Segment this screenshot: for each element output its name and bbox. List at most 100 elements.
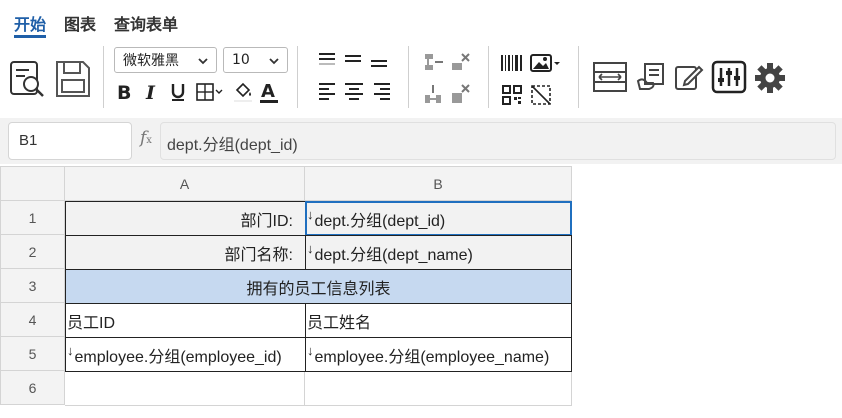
paint-bucket-icon bbox=[234, 82, 252, 102]
svg-text:B: B bbox=[117, 82, 131, 103]
align-middle-icon bbox=[345, 55, 361, 62]
row-header-6[interactable]: 6 bbox=[0, 371, 65, 405]
gear-icon bbox=[755, 63, 785, 93]
toolbar-separator bbox=[103, 46, 104, 108]
svg-text:A: A bbox=[261, 81, 275, 102]
column-header-b[interactable]: B bbox=[305, 166, 572, 201]
formula-input[interactable]: dept.分组(dept_id) bbox=[160, 122, 836, 160]
delete-column-button[interactable] bbox=[449, 83, 471, 105]
save-icon bbox=[56, 61, 90, 97]
image-icon bbox=[530, 54, 560, 72]
cell-a5[interactable]: ↓ employee.分组(employee_id) bbox=[65, 337, 306, 372]
align-right-icon bbox=[374, 83, 390, 100]
font-color-button[interactable]: A bbox=[258, 80, 280, 104]
save-button[interactable] bbox=[52, 56, 94, 102]
underline-icon bbox=[171, 84, 185, 101]
delete-row-button[interactable] bbox=[449, 51, 471, 73]
border-button[interactable] bbox=[194, 80, 226, 104]
tab-query-form[interactable]: 查询表单 bbox=[114, 11, 178, 35]
preview-icon bbox=[10, 61, 44, 97]
insert-row-button[interactable] bbox=[422, 51, 444, 73]
border-icon bbox=[196, 83, 223, 101]
insert-column-icon bbox=[425, 85, 441, 103]
barcode-icon bbox=[501, 55, 522, 71]
underline-button[interactable] bbox=[167, 80, 189, 104]
font-color-icon: A bbox=[260, 81, 278, 103]
chevron-down-icon bbox=[269, 58, 279, 65]
row-header-1[interactable]: 1 bbox=[0, 201, 65, 235]
merged-cell-a3-b3[interactable]: 拥有的员工信息列表 bbox=[65, 269, 572, 304]
cell-b2-text: dept.分组(dept_name) bbox=[314, 246, 473, 264]
cell-b4[interactable]: 员工姓名 bbox=[305, 303, 572, 338]
qrcode-button[interactable] bbox=[500, 84, 524, 106]
row-column-size-button[interactable] bbox=[590, 58, 630, 96]
row-header-3[interactable]: 3 bbox=[0, 269, 65, 303]
chevron-down-icon bbox=[198, 58, 208, 65]
font-size-select[interactable]: 10 bbox=[223, 47, 288, 73]
font-family-select[interactable]: 微软雅黑 bbox=[114, 47, 217, 73]
form-button[interactable] bbox=[634, 58, 668, 96]
cell-a4[interactable]: 员工ID bbox=[65, 303, 306, 338]
svg-text:I: I bbox=[145, 82, 156, 103]
align-left-button[interactable] bbox=[316, 81, 338, 101]
toolbar-separator bbox=[578, 46, 579, 108]
expand-down-marker: ↓ bbox=[307, 241, 314, 256]
settings-button[interactable] bbox=[752, 60, 788, 96]
row-header-4[interactable]: 4 bbox=[0, 303, 65, 337]
cell-b1-text: dept.分组(dept_id) bbox=[314, 212, 446, 230]
align-right-button[interactable] bbox=[371, 81, 393, 101]
insert-row-icon bbox=[425, 54, 443, 70]
fill-color-button[interactable] bbox=[231, 80, 255, 104]
cell-b5[interactable]: ↓ employee.分组(employee_name) bbox=[305, 337, 572, 372]
align-center-button[interactable] bbox=[342, 81, 366, 101]
align-left-icon bbox=[319, 83, 335, 100]
expand-down-marker: ↓ bbox=[67, 343, 74, 358]
toolbar-separator bbox=[297, 46, 298, 108]
form-hand-icon bbox=[636, 63, 664, 90]
italic-button[interactable]: I bbox=[141, 80, 161, 104]
align-bottom-button[interactable] bbox=[368, 51, 390, 71]
align-bottom-icon bbox=[371, 60, 387, 67]
delete-row-icon bbox=[452, 53, 470, 70]
row-header-2[interactable]: 2 bbox=[0, 235, 65, 269]
barcode-button[interactable] bbox=[500, 52, 524, 74]
cell-b5-text: employee.分组(employee_name) bbox=[314, 348, 550, 366]
sliders-icon bbox=[711, 60, 747, 94]
pencil-icon bbox=[675, 65, 704, 90]
diagonal-line-icon bbox=[531, 85, 551, 105]
resize-table-icon bbox=[593, 62, 627, 92]
function-icon[interactable]: fx bbox=[140, 128, 152, 148]
align-top-button[interactable] bbox=[316, 49, 338, 69]
row-header-5[interactable]: 5 bbox=[0, 337, 65, 371]
delete-column-icon bbox=[452, 84, 470, 103]
bold-button[interactable]: B bbox=[114, 80, 134, 104]
tab-start[interactable]: 开始 bbox=[14, 11, 46, 35]
align-middle-button[interactable] bbox=[342, 49, 364, 69]
bold-icon: B bbox=[117, 82, 131, 103]
font-family-value: 微软雅黑 bbox=[123, 53, 179, 69]
toolbar-separator bbox=[408, 46, 409, 108]
tab-charts[interactable]: 图表 bbox=[64, 11, 96, 35]
column-header-a[interactable]: A bbox=[65, 166, 305, 201]
select-all-corner[interactable] bbox=[0, 166, 65, 201]
edit-button[interactable] bbox=[672, 58, 706, 96]
cell-reference-box[interactable]: B1 bbox=[8, 122, 132, 160]
settings-sliders-button[interactable] bbox=[710, 58, 748, 96]
preview-button[interactable] bbox=[6, 56, 48, 102]
cell-a6[interactable] bbox=[65, 372, 305, 406]
cell-a1[interactable]: 部门ID: bbox=[65, 201, 306, 236]
cell-b2[interactable]: ↓ dept.分组(dept_name) bbox=[305, 235, 572, 270]
cell-b1[interactable]: ↓ dept.分组(dept_id) bbox=[305, 201, 572, 236]
fx-sub-label: x bbox=[146, 135, 152, 146]
expand-down-marker: ↓ bbox=[307, 207, 314, 222]
italic-icon: I bbox=[145, 82, 156, 103]
align-center-icon bbox=[345, 83, 363, 100]
insert-image-button[interactable] bbox=[529, 52, 563, 74]
qrcode-icon bbox=[502, 85, 522, 105]
insert-column-button[interactable] bbox=[422, 83, 444, 105]
slash-cell-button[interactable] bbox=[529, 84, 553, 106]
cell-b6[interactable] bbox=[305, 372, 572, 406]
font-size-value: 10 bbox=[232, 52, 250, 68]
cell-a5-text: employee.分组(employee_id) bbox=[74, 348, 282, 366]
cell-a2[interactable]: 部门名称: bbox=[65, 235, 306, 270]
